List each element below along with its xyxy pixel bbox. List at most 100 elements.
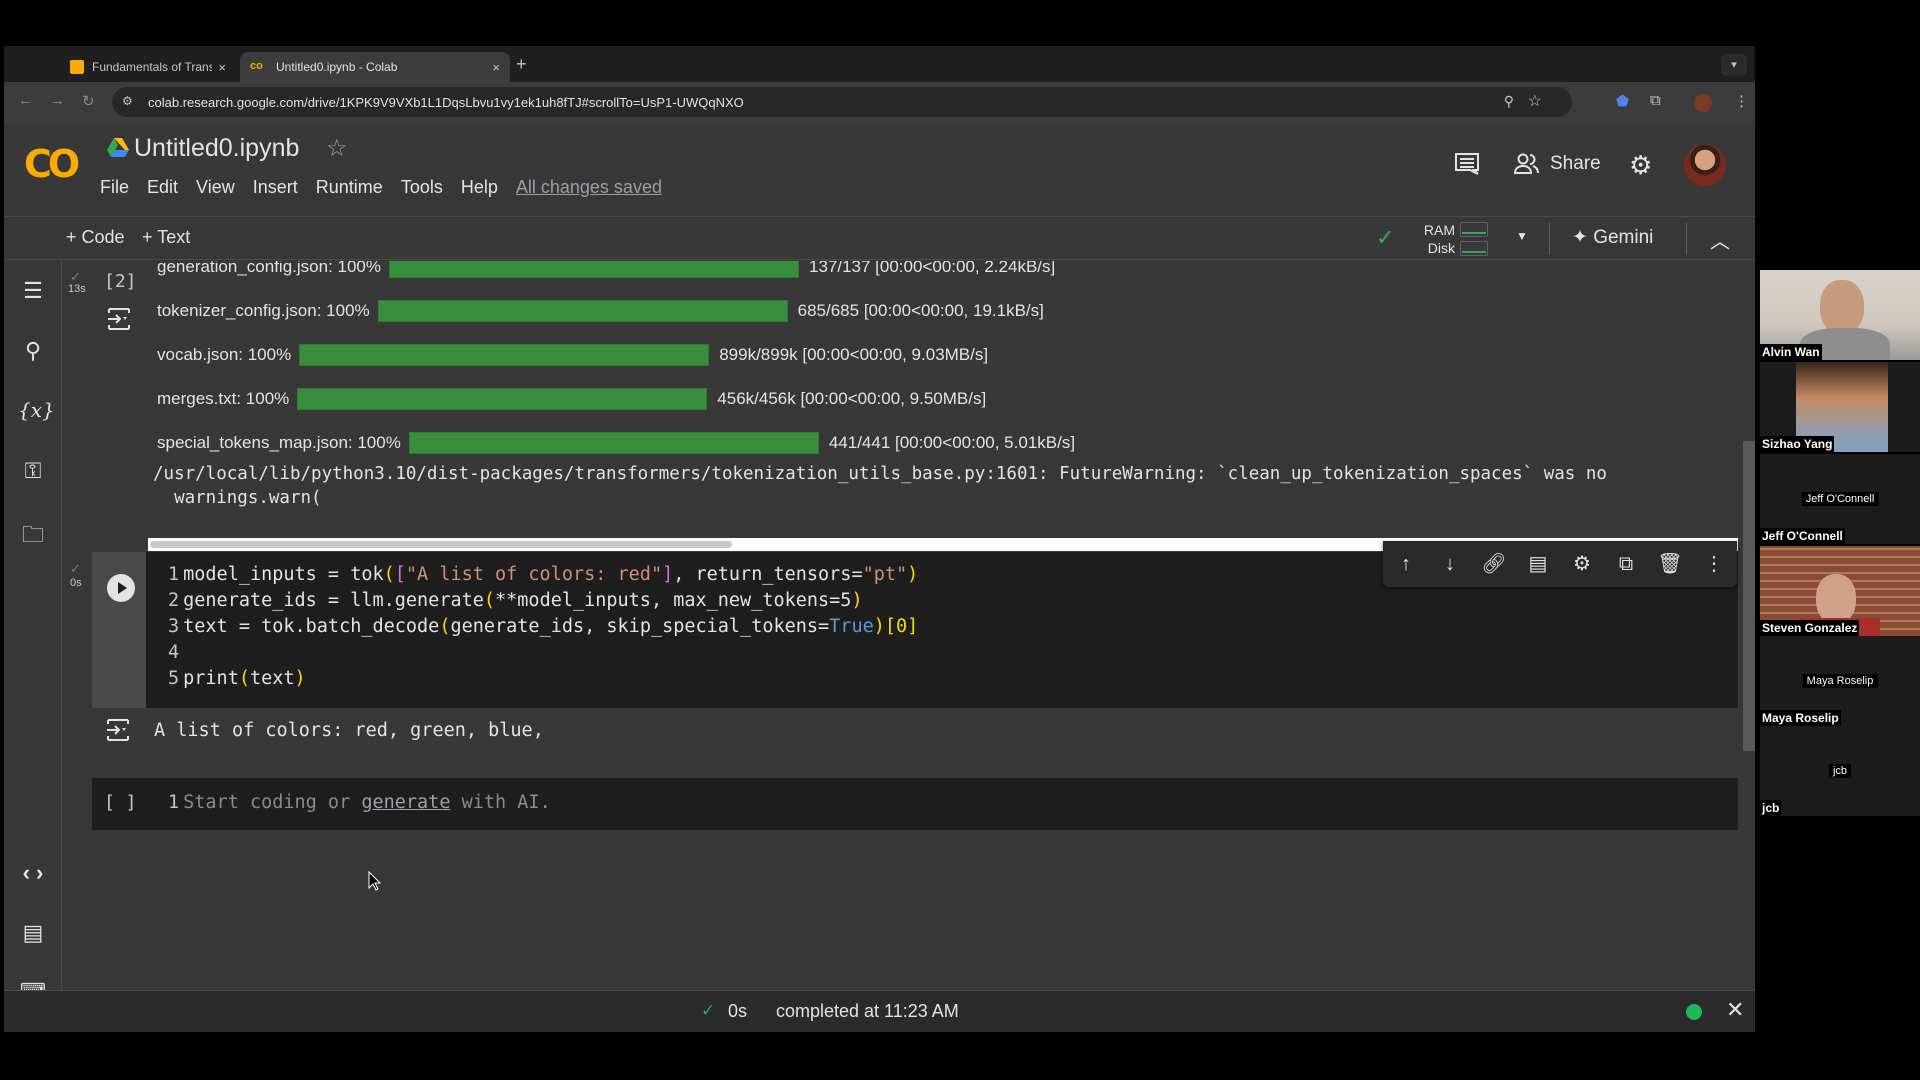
profile-avatar[interactable]	[1694, 94, 1712, 112]
cell-settings-icon[interactable]: ⚙	[1569, 551, 1595, 577]
participant-tile[interactable]: Steven Gonzalez	[1760, 546, 1920, 636]
share-button[interactable]: Share	[1514, 146, 1601, 182]
menu-runtime[interactable]: Runtime	[316, 177, 383, 198]
code-token: )	[851, 590, 863, 611]
notebook-vertical-scrollbar[interactable]	[1743, 441, 1755, 751]
code-token: generate_ids = llm.generate	[183, 590, 484, 611]
connected-check-icon[interactable]: ✓	[1376, 225, 1394, 251]
extension-shield-icon[interactable]: ⬟	[1616, 92, 1629, 110]
menu-help[interactable]: Help	[461, 177, 498, 198]
move-cell-up-icon[interactable]: ↑	[1393, 551, 1419, 577]
comment-icon[interactable]	[1454, 152, 1480, 176]
output-toggle-icon[interactable]	[104, 716, 132, 744]
download-stats: 456k/456k [00:00<00:00, 9.50MB/s]	[717, 389, 987, 408]
mirror-cell-icon[interactable]: ⧉	[1613, 551, 1639, 577]
copy-link-icon[interactable]: 🔗︎	[1481, 551, 1507, 577]
code-token: True	[829, 616, 874, 637]
generate-link[interactable]: generate	[361, 792, 450, 813]
participant-name: Jeff O'Connell	[1760, 528, 1845, 544]
files-folder-icon[interactable]: 🗀	[18, 518, 48, 548]
user-avatar[interactable]	[1684, 144, 1726, 186]
line-number: 5	[168, 668, 180, 689]
exec-count: [2]	[104, 271, 137, 292]
code-snippets-icon[interactable]: ‹ ›	[18, 860, 48, 890]
gemini-sparkle-icon: ✦	[1572, 227, 1588, 248]
notebook-title[interactable]: Untitled0.ipynb	[134, 134, 299, 163]
star-icon[interactable]: ☆	[326, 134, 348, 163]
move-cell-down-icon[interactable]: ↓	[1437, 551, 1463, 577]
code-token: (	[439, 616, 451, 637]
tab-fundamentals[interactable]: Fundamentals of Transformer ×	[60, 52, 236, 82]
settings-gear-icon[interactable]: ⚙	[1629, 152, 1652, 178]
zoom-icon[interactable]: ⚲	[1504, 93, 1514, 110]
participant-name: Maya Roselip	[1760, 710, 1841, 726]
runtime-dropdown-icon[interactable]: ▼	[1516, 229, 1528, 243]
add-code-button[interactable]: + Code	[66, 227, 125, 248]
back-button[interactable]: ←	[18, 92, 33, 109]
code-line: 3 text = tok.batch_decode(generate_ids, s…	[168, 616, 918, 642]
participant-tile[interactable]: Jeff O'Connell Jeff O'Connell	[1760, 454, 1920, 544]
secrets-key-icon[interactable]: ⚿	[18, 458, 48, 488]
menu-edit[interactable]: Edit	[147, 177, 178, 198]
close-tab-icon[interactable]: ×	[492, 60, 500, 75]
progress-bar	[408, 432, 819, 454]
close-status-icon[interactable]: ✕	[1726, 997, 1744, 1023]
gemini-button[interactable]: ✦ Gemini	[1572, 226, 1653, 249]
line-number: 1	[168, 564, 180, 585]
variables-icon[interactable]: {x}	[18, 398, 55, 428]
ram-label: RAM	[1423, 222, 1455, 238]
runtime-status-dot[interactable]	[1686, 1004, 1702, 1020]
output-toggle-icon[interactable]	[105, 305, 133, 333]
extensions-puzzle-icon[interactable]: ⧉	[1650, 92, 1661, 109]
forward-button[interactable]: →	[50, 92, 65, 109]
left-sidebar: ☰ ⚲ {x} ⚿ 🗀 ‹ › ▤ ⌨	[4, 260, 62, 1000]
delete-cell-icon[interactable]: 🗑︎	[1657, 551, 1683, 577]
add-text-button[interactable]: + Text	[142, 227, 190, 248]
participant-placeholder-name: Jeff O'Connell	[1801, 492, 1879, 506]
search-icon[interactable]: ⚲	[18, 338, 48, 368]
resource-labels[interactable]: RAM Disk	[1419, 221, 1455, 257]
more-options-icon[interactable]: ⋮	[1701, 551, 1727, 577]
empty-code-cell[interactable]: [ ] 1 Start coding or generate with AI.	[92, 778, 1738, 830]
status-elapsed: 0s	[728, 1001, 748, 1021]
participant-name: Sizhao Yang	[1760, 436, 1835, 452]
scrollbar-thumb[interactable]	[150, 541, 732, 548]
menu-view[interactable]: View	[196, 177, 235, 198]
collapse-header-icon[interactable]: ︿	[1710, 225, 1730, 254]
menu-insert[interactable]: Insert	[253, 177, 298, 198]
run-cell-button[interactable]	[107, 574, 135, 602]
participant-tile[interactable]: jcb jcb	[1760, 726, 1920, 816]
toolbar-divider	[1549, 223, 1550, 255]
close-tab-icon[interactable]: ×	[218, 60, 226, 75]
colab-logo[interactable]: CO	[24, 142, 80, 186]
bookmark-star-icon[interactable]: ☆	[1528, 91, 1542, 111]
progress-bar	[297, 388, 708, 410]
tab-colab[interactable]: co Untitled0.ipynb - Colab ×	[240, 52, 510, 82]
add-comment-icon[interactable]: ▤	[1525, 551, 1551, 577]
code-line: 5 print(text)	[168, 668, 306, 694]
video-call-participants: Alvin Wan Sizhao Yang Jeff O'Connell Jef…	[1760, 270, 1920, 816]
site-info-icon[interactable]: ⚙	[122, 94, 133, 108]
table-of-contents-icon[interactable]: ☰	[18, 278, 48, 308]
command-palette-icon[interactable]: ▤	[18, 920, 48, 950]
participant-placeholder-name: Maya Roselip	[1802, 674, 1878, 688]
menu-file[interactable]: File	[100, 177, 129, 198]
menu-tools[interactable]: Tools	[401, 177, 443, 198]
notebook-toolbar: + Code + Text ✓ RAM Disk ▼ ✦ Gemini ︿	[4, 216, 1755, 260]
cell-output: A list of colors: red, green, blue,	[92, 708, 1738, 778]
browser-menu-icon[interactable]: ⋮	[1734, 92, 1749, 110]
google-drive-icon[interactable]	[107, 138, 129, 158]
save-status-link[interactable]: All changes saved	[516, 177, 662, 198]
new-tab-button[interactable]: +	[516, 54, 527, 75]
download-file: special_tokens_map.json: 100%	[157, 433, 401, 452]
participant-tile[interactable]: Maya Roselip Maya Roselip	[1760, 636, 1920, 726]
download-progress-row: special_tokens_map.json: 100% 441/441 [0…	[157, 431, 1075, 455]
participant-tile[interactable]: Alvin Wan	[1760, 270, 1920, 360]
cell-placeholder[interactable]: 1 Start coding or generate with AI.	[168, 792, 551, 813]
reload-button[interactable]: ↻	[82, 92, 95, 110]
url-input[interactable]: ⚙ colab.research.google.com/drive/1KPK9V…	[112, 87, 1572, 117]
participant-tile[interactable]: Sizhao Yang	[1760, 362, 1920, 452]
colab-page: CO Untitled0.ipynb ☆ File Edit View Inse…	[4, 124, 1755, 1032]
tab-search-dropdown[interactable]: ▾	[1721, 54, 1747, 76]
code-token: (	[383, 564, 395, 585]
